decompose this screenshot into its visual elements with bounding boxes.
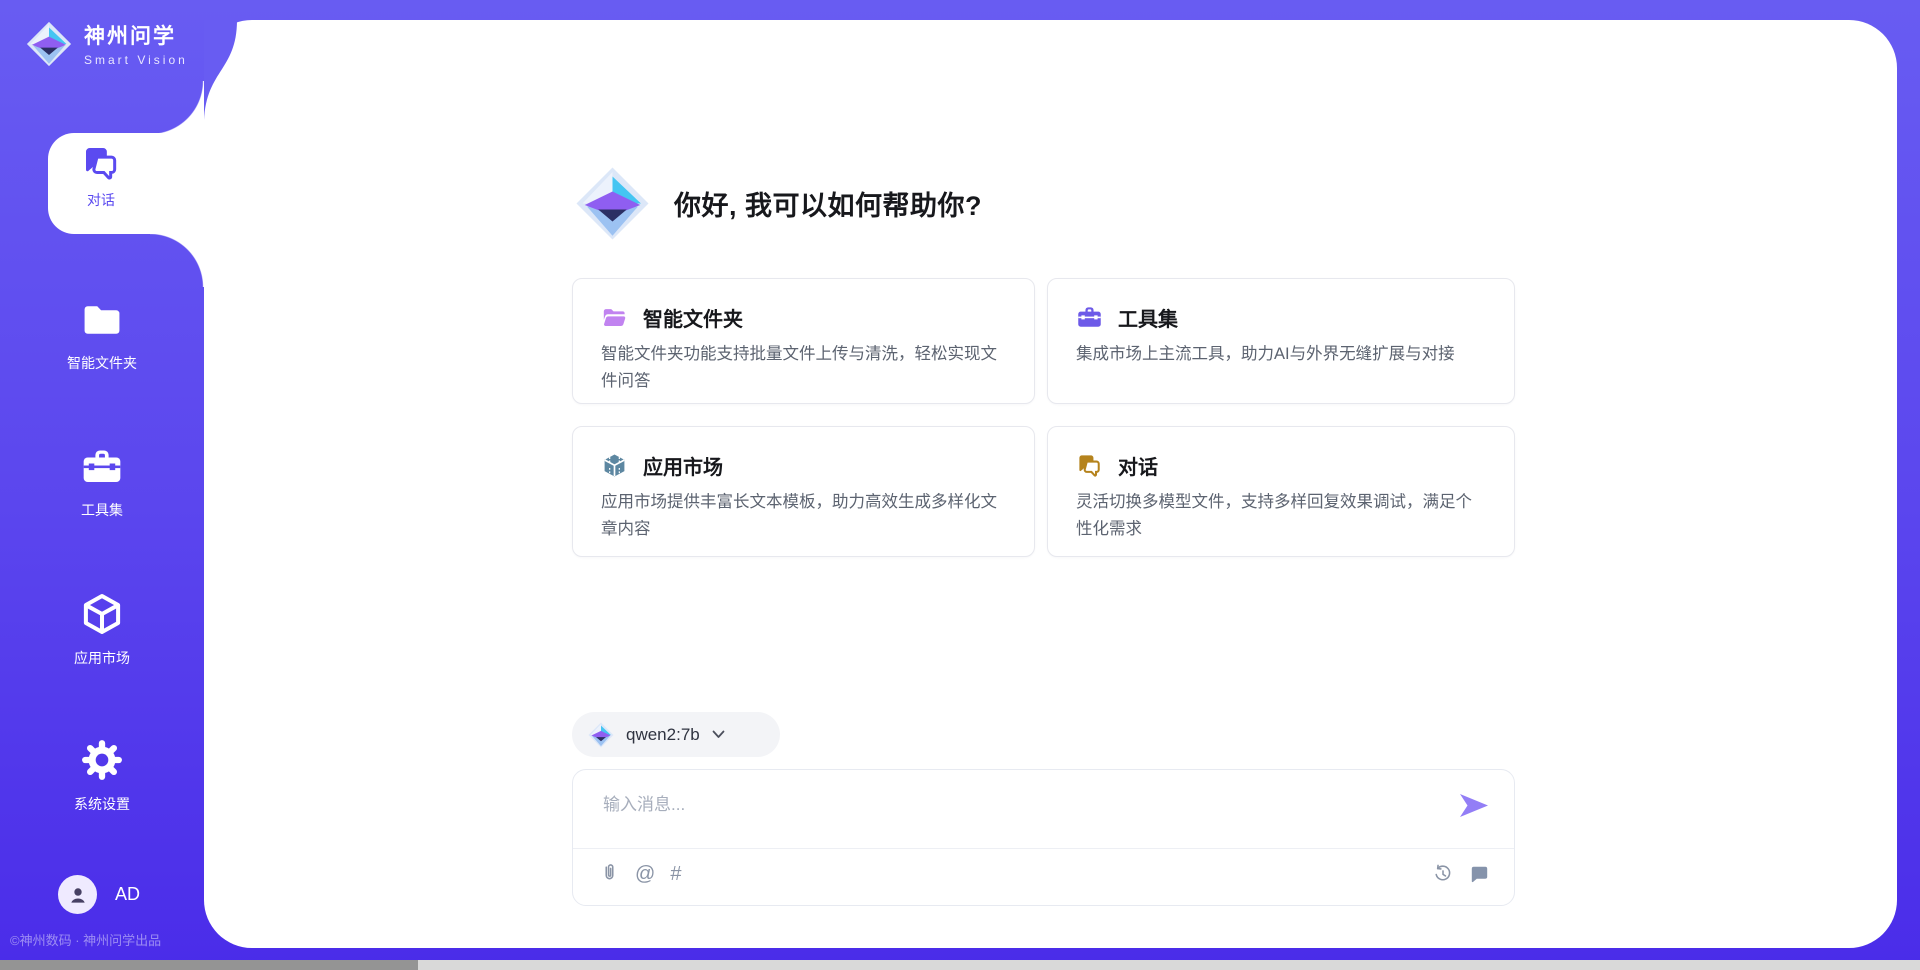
chevron-down-icon: [712, 730, 725, 739]
sidebar-item-chat[interactable]: 对话: [48, 133, 208, 234]
card-title: 智能文件夹: [643, 303, 743, 332]
sidebar-item-label: 对话: [48, 190, 154, 210]
brand-gem-icon: [26, 21, 72, 67]
model-name: qwen2:7b: [626, 725, 700, 745]
sidebar-item-toolset[interactable]: 工具集: [3, 445, 201, 520]
sidebar-item-label: 系统设置: [3, 794, 201, 814]
cube-grid-icon: [601, 452, 628, 479]
message-input[interactable]: [601, 784, 1425, 826]
sidebar-item-label: 工具集: [3, 500, 201, 520]
tab-flare-top: [150, 81, 204, 135]
card-chat[interactable]: 对话 灵活切换多模型文件，支持多样回复效果调试，满足个性化需求: [1047, 426, 1515, 557]
gear-icon: [79, 737, 125, 783]
attach-file-icon[interactable]: [599, 863, 620, 884]
model-gem-icon: [588, 722, 614, 748]
card-description: 智能文件夹功能支持批量文件上传与清洗，轻松实现文件问答: [601, 341, 1006, 394]
cube-icon: [79, 591, 125, 637]
tab-flare-bottom: [150, 233, 204, 287]
briefcase-icon: [80, 445, 124, 489]
chat-bubbles-icon: [1076, 452, 1103, 479]
avatar: [58, 875, 97, 914]
card-description: 集成市场上主流工具，助力AI与外界无缝扩展与对接: [1076, 341, 1486, 368]
greeting-row: 你好, 我可以如何帮助你?: [575, 166, 982, 241]
chat-bubbles-icon: [81, 143, 121, 183]
card-title: 应用市场: [643, 451, 723, 480]
sidebar-item-label: 智能文件夹: [3, 353, 201, 373]
assistant-gem-icon: [575, 166, 650, 241]
card-description: 灵活切换多模型文件，支持多样回复效果调试，满足个性化需求: [1076, 489, 1486, 542]
person-icon: [66, 883, 90, 907]
sidebar-item-settings[interactable]: 系统设置: [3, 737, 201, 814]
card-app-market[interactable]: 应用市场 应用市场提供丰富长文本模板，助力高效生成多样化文章内容: [572, 426, 1035, 557]
send-icon[interactable]: [1460, 794, 1488, 817]
sidebar-item-app-market[interactable]: 应用市场: [3, 591, 201, 668]
main-area: 你好, 我可以如何帮助你? 智能文件夹 智能文件夹功能支持批量文件上传与清洗，轻…: [204, 20, 1897, 948]
user-initials: AD: [115, 884, 140, 905]
app-logo: 神州问学 Smart Vision: [26, 20, 188, 67]
card-description: 应用市场提供丰富长文本模板，助力高效生成多样化文章内容: [601, 489, 1006, 542]
sidebar-item-label: 应用市场: [3, 648, 201, 668]
sidebar-item-smart-folder[interactable]: 智能文件夹: [3, 298, 201, 373]
card-smart-folder[interactable]: 智能文件夹 智能文件夹功能支持批量文件上传与清洗，轻松实现文件问答: [572, 278, 1035, 404]
model-selector[interactable]: qwen2:7b: [572, 712, 780, 757]
history-icon[interactable]: [1432, 863, 1454, 885]
greeting-title: 你好, 我可以如何帮助你?: [674, 184, 982, 223]
horizontal-scrollbar: [0, 960, 1920, 970]
app-subtitle: Smart Vision: [84, 53, 188, 67]
card-title: 工具集: [1118, 303, 1178, 332]
mention-icon[interactable]: @: [635, 864, 655, 884]
card-title: 对话: [1118, 451, 1158, 480]
briefcase-icon: [1076, 304, 1103, 331]
chat-filled-icon: [1469, 864, 1490, 885]
feedback-chat-icon[interactable]: [1469, 864, 1490, 885]
card-toolset[interactable]: 工具集 集成市场上主流工具，助力AI与外界无缝扩展与对接: [1047, 278, 1515, 404]
user-profile[interactable]: AD: [58, 875, 140, 914]
folder-icon: [80, 298, 124, 342]
copyright-note: ©神州数码 · 神州问学出品: [10, 930, 161, 949]
folder-open-icon: [601, 304, 628, 331]
app-title: 神州问学: [84, 20, 188, 50]
horizontal-scrollbar-thumb[interactable]: [0, 960, 418, 970]
composer-divider: [573, 848, 1514, 849]
topic-icon[interactable]: #: [670, 864, 681, 884]
message-composer: @ #: [572, 769, 1515, 906]
